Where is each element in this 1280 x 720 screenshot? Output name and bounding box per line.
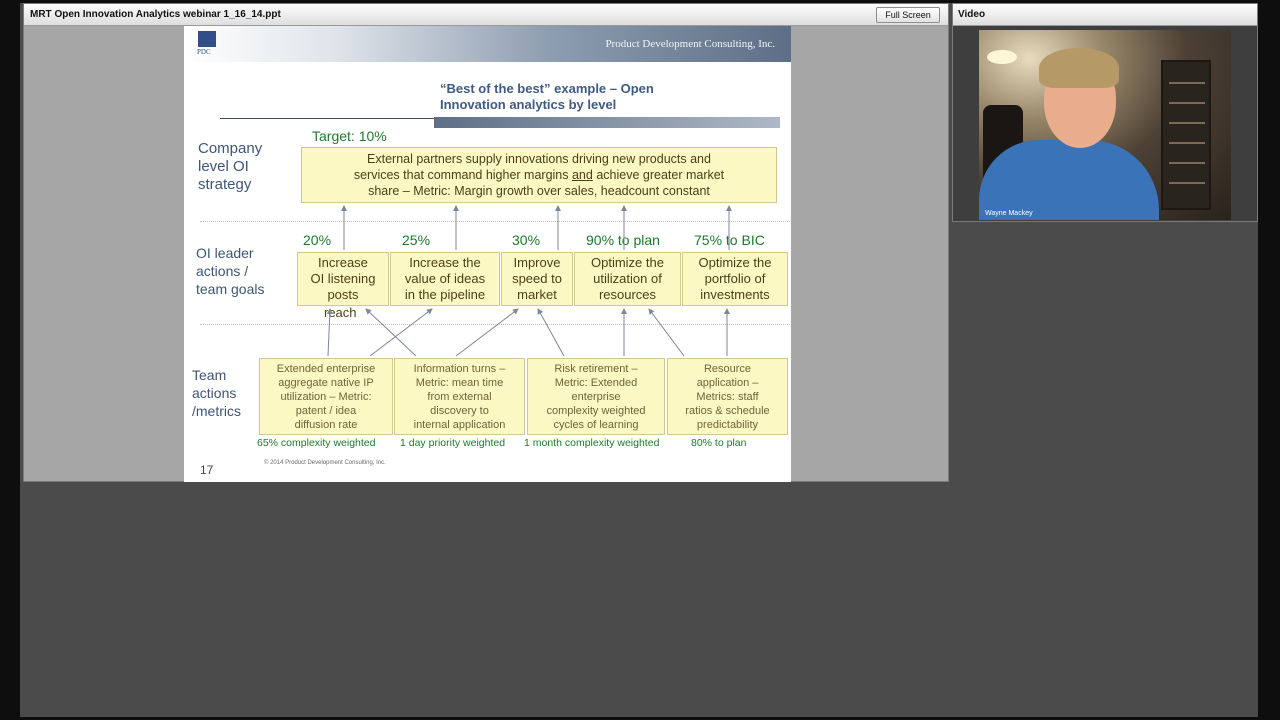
lamp-light	[987, 50, 1017, 64]
wine-rack	[1161, 60, 1211, 210]
arrow	[648, 308, 685, 357]
video-pod-title: Video	[958, 9, 986, 20]
presentation-pod: MRT Open Innovation Analytics webinar 1_…	[23, 3, 949, 482]
presenter-video[interactable]: Wayne Mackey	[979, 30, 1231, 220]
presenter-hair	[1039, 48, 1119, 88]
arrow	[365, 308, 417, 357]
presenter-body	[979, 140, 1159, 220]
video-pod-header: Video	[953, 4, 1257, 26]
arrow	[369, 308, 433, 357]
presentation-pod-header: MRT Open Innovation Analytics webinar 1_…	[24, 4, 948, 26]
presentation-title: MRT Open Innovation Analytics webinar 1_…	[30, 9, 281, 20]
arrow	[537, 308, 565, 357]
full-screen-button[interactable]: Full Screen	[876, 7, 940, 23]
video-pod: Video Wayne Mackey	[952, 3, 1258, 222]
connector-arrows	[326, 205, 732, 357]
presenter-name: Wayne Mackey	[985, 210, 1033, 217]
meeting-room: MRT Open Innovation Analytics webinar 1_…	[20, 3, 1258, 717]
arrow	[455, 308, 519, 357]
copyright: © 2014 Product Development Consulting, I…	[264, 460, 386, 466]
slide: PDC Product Development Consulting, Inc.…	[184, 26, 791, 482]
arrow	[326, 308, 333, 357]
page-number: 17	[200, 463, 214, 477]
